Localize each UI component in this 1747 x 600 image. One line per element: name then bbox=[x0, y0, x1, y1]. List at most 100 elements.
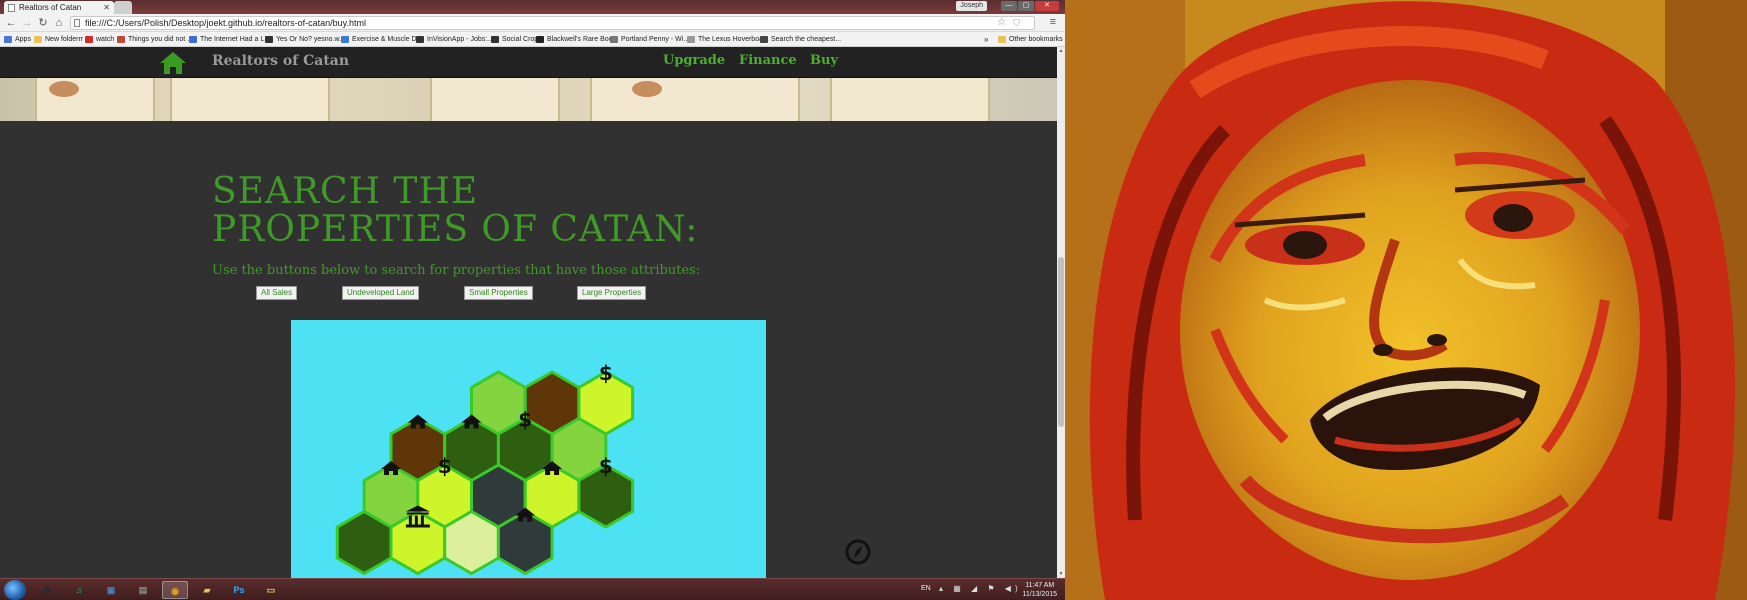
bookmark-item[interactable]: The Lexus Hoverboa... bbox=[687, 32, 769, 47]
bookmark-item[interactable]: Exercise & Muscle D... bbox=[341, 32, 422, 47]
windows-taskbar: ⚙ ♫ ▣ ▤ ◉ ▰ Ps ▭ EN ▴ ▦ ◢ ⚑ ◀) 11:47 AM 11/13/2… bbox=[0, 578, 1065, 600]
bookmark-favicon-icon bbox=[189, 36, 197, 43]
desktop-wallpaper-painting bbox=[1065, 0, 1747, 600]
bookmark-favicon-icon bbox=[4, 36, 12, 43]
scroll-up-arrow-icon[interactable]: ▲ bbox=[1057, 48, 1065, 54]
chrome-icon[interactable]: ◉ bbox=[162, 581, 188, 599]
header-banner: Realtors of Catan Upgrade Finance Buy bbox=[0, 47, 1057, 121]
page-subtitle: Use the buttons below to search for prop… bbox=[212, 263, 701, 278]
filter-all-sales-button[interactable]: All Sales bbox=[256, 286, 298, 300]
filter-large-properties-button[interactable]: Large Properties bbox=[577, 286, 647, 300]
other-bookmarks-folder[interactable]: Other bookmarks bbox=[998, 32, 1063, 47]
clock-date: 11/13/2015 bbox=[1022, 591, 1057, 598]
tab-strip: Realtors of Catan ✕ Joseph — ▢ ✕ bbox=[0, 0, 1065, 14]
tab-title: Realtors of Catan bbox=[19, 3, 82, 12]
bookmark-item[interactable]: Search the cheapest... bbox=[760, 32, 841, 47]
bookmark-favicon-icon bbox=[341, 36, 349, 43]
back-arrow-icon[interactable]: ← bbox=[4, 16, 18, 30]
clock-time: 11:47 AM bbox=[1025, 582, 1055, 589]
bookmark-favicon-icon bbox=[687, 36, 695, 43]
address-bar[interactable]: file:///C:/Users/Polish/Desktop/joekt.gi… bbox=[70, 16, 1056, 30]
tab-close-icon[interactable]: ✕ bbox=[103, 1, 110, 14]
home-icon[interactable]: ⌂ bbox=[52, 16, 66, 30]
folder-icon[interactable]: ▭ bbox=[258, 581, 284, 599]
page-title: Search the properties of Catan: bbox=[212, 171, 699, 250]
bookmark-favicon-icon bbox=[416, 36, 424, 43]
dollar-sale-icon[interactable]: $ bbox=[599, 361, 613, 385]
bookmark-favicon-icon bbox=[117, 36, 125, 43]
photoshop-icon[interactable]: Ps bbox=[226, 581, 252, 599]
clock[interactable]: 11:47 AM 11/13/2015 bbox=[1022, 581, 1057, 599]
reload-icon[interactable]: ↻ bbox=[36, 16, 50, 30]
bookmark-item[interactable]: Social Crop bbox=[491, 32, 538, 47]
close-window-button[interactable]: ✕ bbox=[1035, 1, 1059, 11]
expressionist-face-painting bbox=[1065, 0, 1747, 600]
profile-button[interactable]: Joseph bbox=[956, 1, 987, 11]
folder-icon bbox=[998, 36, 1006, 43]
bookmark-item[interactable]: watch bbox=[85, 32, 114, 47]
steam-icon[interactable]: ⚙ bbox=[34, 581, 60, 599]
nav-link-buy[interactable]: Buy bbox=[810, 53, 838, 68]
hex-tile[interactable] bbox=[443, 509, 500, 576]
scroll-down-arrow-icon[interactable]: ▼ bbox=[1057, 571, 1065, 577]
spotify-icon[interactable]: ♫ bbox=[66, 581, 92, 599]
extension-shield-icon[interactable]: ⛉ bbox=[1013, 17, 1020, 29]
site-navbar: Realtors of Catan Upgrade Finance Buy bbox=[0, 47, 1057, 78]
page-viewport: Realtors of Catan Upgrade Finance Buy Se… bbox=[0, 47, 1057, 578]
bookmarks-bar: Apps New folderrr watch Things you did not … bbox=[0, 32, 1065, 47]
bookmark-favicon-icon bbox=[610, 36, 618, 43]
house-logo-icon[interactable] bbox=[159, 51, 187, 75]
bookmark-favicon-icon bbox=[85, 36, 93, 43]
filter-undeveloped-land-button[interactable]: Undeveloped Land bbox=[342, 286, 420, 300]
bookmark-favicon-icon bbox=[491, 36, 499, 43]
maximize-button[interactable]: ▢ bbox=[1018, 1, 1034, 11]
compass-icon[interactable] bbox=[844, 538, 872, 566]
hex-tile[interactable] bbox=[496, 509, 554, 576]
bookmark-item[interactable]: Yes Or No? yesno.w... bbox=[265, 32, 345, 47]
bookmark-item[interactable]: The Internet Had a L... bbox=[189, 32, 270, 47]
browser-toolbar: ← → ↻ ⌂ file:///C:/Users/Polish/Desktop/… bbox=[0, 14, 1065, 32]
catan-property-map: $ $ $ $ bbox=[291, 320, 766, 578]
site-title[interactable]: Realtors of Catan bbox=[212, 53, 349, 69]
system-tray: EN ▴ ▦ ◢ ⚑ ◀) 11:47 AM 11/13/2015 bbox=[915, 579, 1065, 600]
url-text: file:///C:/Users/Polish/Desktop/joekt.gi… bbox=[85, 18, 366, 28]
scrollbar-thumb[interactable] bbox=[1058, 257, 1064, 427]
hex-map: $ $ $ $ bbox=[335, 361, 635, 576]
bookmark-favicon-icon bbox=[760, 36, 768, 43]
bookmarks-overflow-icon[interactable]: » bbox=[984, 32, 988, 47]
files-icon[interactable]: ▤ bbox=[130, 581, 156, 599]
computer-icon[interactable]: ▣ bbox=[98, 581, 124, 599]
new-tab-button[interactable] bbox=[114, 1, 132, 14]
page-favicon-icon bbox=[8, 4, 15, 12]
bookmark-star-icon[interactable]: ☆ bbox=[997, 17, 1006, 29]
bookmark-favicon-icon bbox=[265, 36, 273, 43]
filter-small-properties-button[interactable]: Small Properties bbox=[464, 286, 533, 300]
bookmark-item[interactable]: InVisionApp - Jobs:... bbox=[416, 32, 493, 47]
bookmark-item[interactable]: Blackwell's Rare Boo... bbox=[536, 32, 618, 47]
nav-link-upgrade[interactable]: Upgrade bbox=[663, 53, 725, 68]
start-button[interactable] bbox=[4, 580, 26, 600]
tray-icons[interactable]: ▴ ▦ ◢ ⚑ ◀) bbox=[939, 584, 1022, 593]
bookmark-item[interactable]: New folderrr bbox=[34, 32, 83, 47]
minimize-button[interactable]: — bbox=[1001, 1, 1017, 11]
menu-icon[interactable]: ≡ bbox=[1050, 16, 1056, 28]
bookmark-item[interactable]: Portland Penny - Wi... bbox=[610, 32, 689, 47]
hex-tile[interactable] bbox=[335, 509, 393, 576]
dollar-sale-icon[interactable]: $ bbox=[599, 454, 613, 478]
page-icon bbox=[74, 19, 80, 27]
explorer-icon[interactable]: ▰ bbox=[194, 581, 220, 599]
page-scrollbar[interactable]: ▲ ▼ bbox=[1057, 47, 1065, 578]
bookmark-favicon-icon bbox=[34, 36, 42, 43]
window-controls: — ▢ ✕ bbox=[1001, 1, 1059, 12]
bookmark-favicon-icon bbox=[536, 36, 544, 43]
hex-tile[interactable] bbox=[389, 509, 447, 576]
bookmark-item[interactable]: Apps bbox=[4, 32, 31, 47]
forward-arrow-icon[interactable]: → bbox=[20, 16, 34, 30]
bookmark-item[interactable]: Things you did not ... bbox=[117, 32, 193, 47]
tab-realtors-of-catan[interactable]: Realtors of Catan ✕ bbox=[4, 1, 114, 14]
dollar-sale-icon[interactable]: $ bbox=[518, 408, 532, 432]
language-indicator[interactable]: EN bbox=[921, 585, 931, 592]
dollar-sale-icon[interactable]: $ bbox=[438, 454, 452, 478]
nav-link-finance[interactable]: Finance bbox=[739, 53, 797, 68]
browser-window: Realtors of Catan ✕ Joseph — ▢ ✕ ← → ↻ ⌂… bbox=[0, 0, 1065, 578]
